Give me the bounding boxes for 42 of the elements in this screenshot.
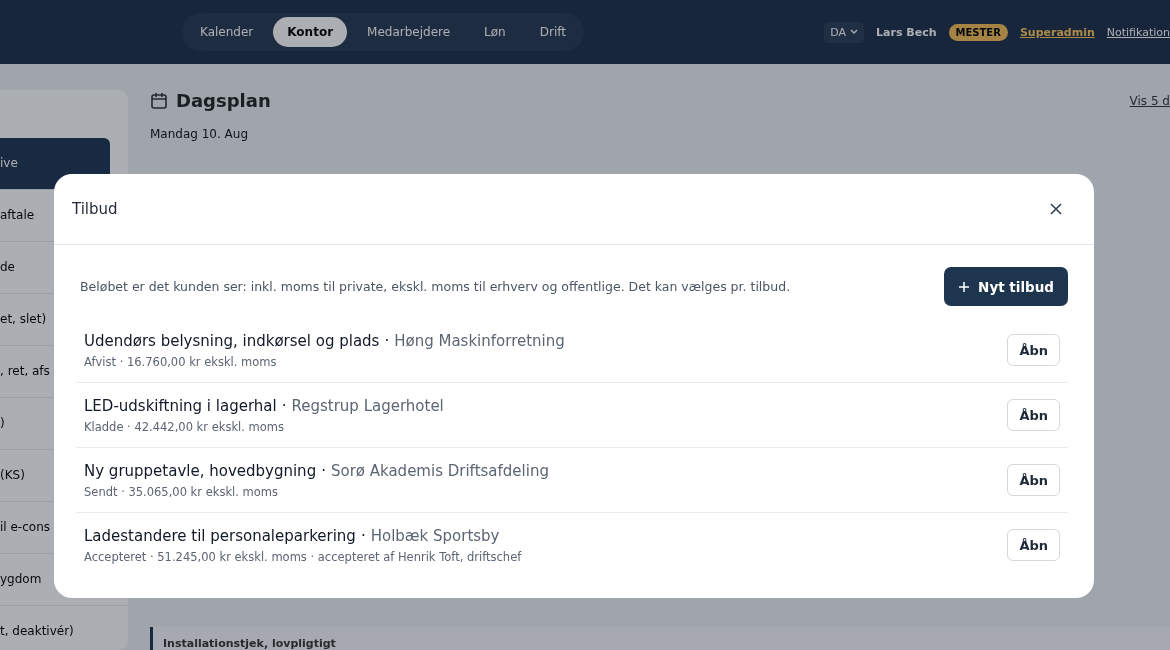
- dayplan-title: Dagsplan: [176, 90, 271, 111]
- description-text: Beløbet er det kunden ser: inkl. moms til private, ekskl. moms til erhverv og offentlige. Det kan vælges pr. tilbud.: [80, 279, 791, 294]
- separator-dot: ·: [384, 331, 390, 350]
- offer-title: Ladestandere til personaleparkering: [84, 526, 356, 545]
- offer-title: Ny gruppetavle, hovedbygning: [84, 461, 317, 480]
- notifications-link[interactable]: Notifikation: [1106, 25, 1170, 39]
- caret-icon: [850, 29, 859, 35]
- plan-entry[interactable]: Installationstjek, lovpligtigt: [150, 627, 1170, 650]
- separator-dot: ·: [321, 461, 326, 480]
- offer-details: Accepteret · 51.245,00 kr ekskl. moms · accepteret af Henrik Toft, driftschef: [84, 549, 522, 564]
- separator-dot: ·: [360, 526, 366, 545]
- nav-tab[interactable]: Kontor: [273, 17, 348, 47]
- dialog-title: Tilbud: [72, 200, 118, 218]
- date-label: Mandag 10. Aug: [150, 127, 250, 141]
- open-button[interactable]: Åbn: [1007, 399, 1060, 431]
- customer-name: Sorø Akademis Driftsafdeling: [330, 461, 549, 480]
- superadmin-link[interactable]: Superadmin: [1019, 25, 1095, 39]
- plus-icon: [958, 280, 971, 293]
- close-icon: [1049, 202, 1063, 216]
- customer-name: Regstrup Lagerhotel: [291, 396, 444, 415]
- sidebar-item[interactable]: t, deaktivér): [0, 606, 128, 650]
- new-offer-button[interactable]: Nyt tilbud: [944, 267, 1068, 306]
- customer-name: Høng Maskinforretning: [394, 331, 565, 350]
- offer-details: Afvist · 16.760,00 kr ekskl. moms: [84, 354, 278, 369]
- open-button[interactable]: Åbn: [1007, 334, 1060, 366]
- role-badge: MESTER: [948, 23, 1008, 41]
- nav-tab[interactable]: Løn: [470, 17, 520, 47]
- view-link[interactable]: Vis 5 d: [1129, 93, 1170, 108]
- nav-tab[interactable]: Kalender: [186, 17, 268, 47]
- offer-details: Kladde · 42.442,00 kr ekskl. moms: [84, 419, 285, 434]
- offer-details: Sendt · 35.065,00 kr ekskl. moms: [84, 484, 279, 499]
- offer-title: LED-udskiftning i lagerhal: [84, 396, 277, 415]
- offer-title: Udendørs belysning, indkørsel og plads: [84, 331, 380, 350]
- open-button[interactable]: Åbn: [1007, 464, 1060, 496]
- language-select[interactable]: DA: [824, 21, 865, 43]
- customer-name: Holbæk Sportsby: [370, 526, 500, 545]
- separator-dot: ·: [281, 396, 287, 415]
- open-button[interactable]: Åbn: [1007, 529, 1060, 561]
- nav-tab[interactable]: Drift: [525, 17, 580, 47]
- nav-tab[interactable]: Medarbejdere: [353, 17, 465, 47]
- user-name: Lars Bech: [876, 25, 937, 39]
- calendar-icon: [150, 91, 168, 110]
